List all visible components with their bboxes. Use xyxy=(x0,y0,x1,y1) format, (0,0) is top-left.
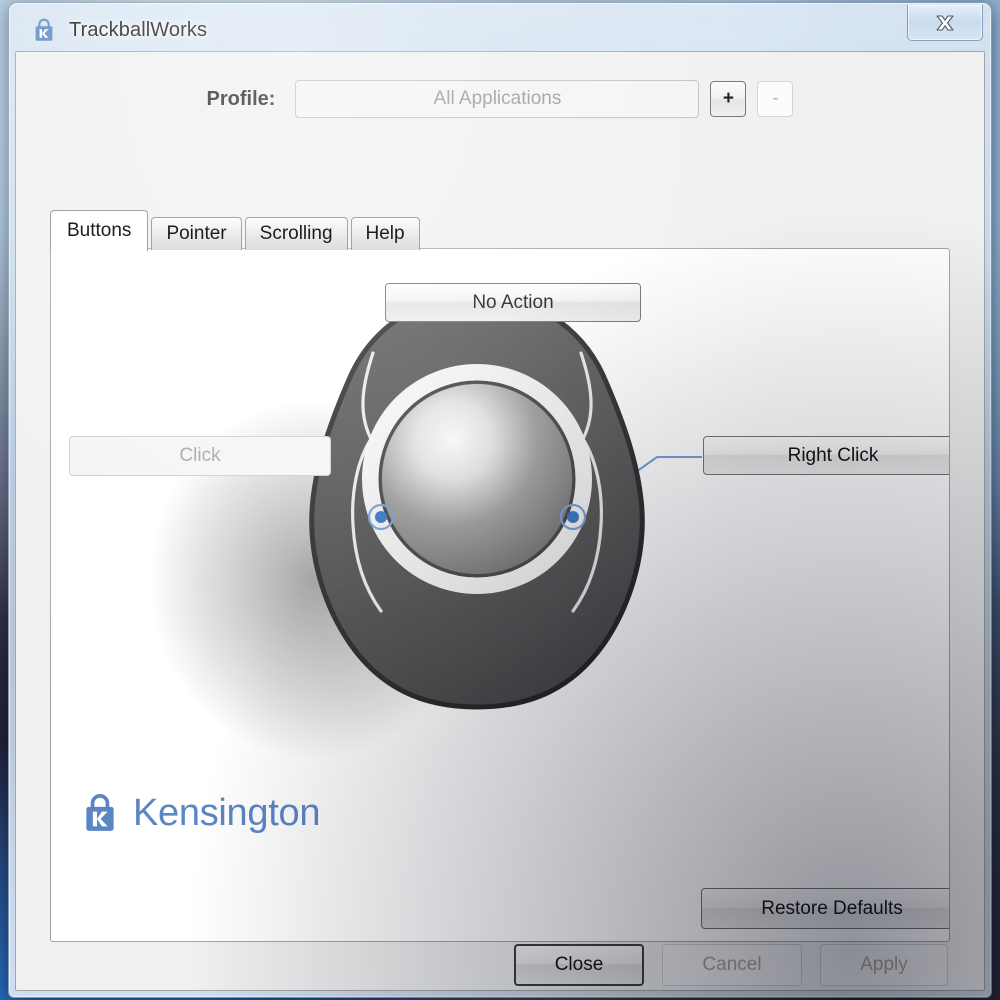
profile-label: Profile: xyxy=(206,87,276,110)
add-profile-button[interactable]: + xyxy=(710,81,747,117)
buttons-tab-panel: No Action Click Right Click Kensington R… xyxy=(50,248,950,942)
profile-row: Profile: All Applications + - xyxy=(16,80,984,118)
trackball-illustration xyxy=(149,292,702,759)
tab-help[interactable]: Help xyxy=(350,217,420,250)
kensington-padlock-icon xyxy=(35,18,53,41)
tab-scrolling[interactable]: Scrolling xyxy=(244,217,348,250)
desktop-background: TrackballWorks Profile: All Applications… xyxy=(0,0,1000,1000)
button-assignment-no-action[interactable]: No Action xyxy=(385,283,641,322)
application-window: TrackballWorks Profile: All Applications… xyxy=(8,2,992,998)
profile-select[interactable]: All Applications xyxy=(295,80,700,118)
kensington-logo: Kensington xyxy=(79,790,320,836)
client-area: Profile: All Applications + - Buttons Po… xyxy=(15,51,985,991)
cancel-button[interactable]: Cancel xyxy=(662,944,802,986)
tab-buttons[interactable]: Buttons xyxy=(50,210,149,251)
kensington-padlock-icon xyxy=(86,794,114,831)
window-close-button[interactable] xyxy=(907,5,983,41)
button-assignment-right-click[interactable]: Right Click xyxy=(703,436,949,475)
tab-strip: Buttons Pointer Scrolling Help xyxy=(50,210,423,251)
kensington-wordmark: Kensington xyxy=(133,791,321,834)
close-button[interactable]: Close xyxy=(514,944,644,986)
button-assignment-click[interactable]: Click xyxy=(69,436,331,476)
restore-defaults-button[interactable]: Restore Defaults xyxy=(701,888,949,929)
close-icon xyxy=(936,14,954,31)
title-bar: TrackballWorks xyxy=(15,5,985,51)
device-diagram xyxy=(51,249,949,941)
tab-pointer[interactable]: Pointer xyxy=(151,217,242,250)
remove-profile-button[interactable]: - xyxy=(757,81,794,117)
window-title: TrackballWorks xyxy=(69,18,208,41)
dialog-action-bar: Close Cancel Apply xyxy=(16,940,984,990)
apply-button[interactable]: Apply xyxy=(820,944,948,986)
